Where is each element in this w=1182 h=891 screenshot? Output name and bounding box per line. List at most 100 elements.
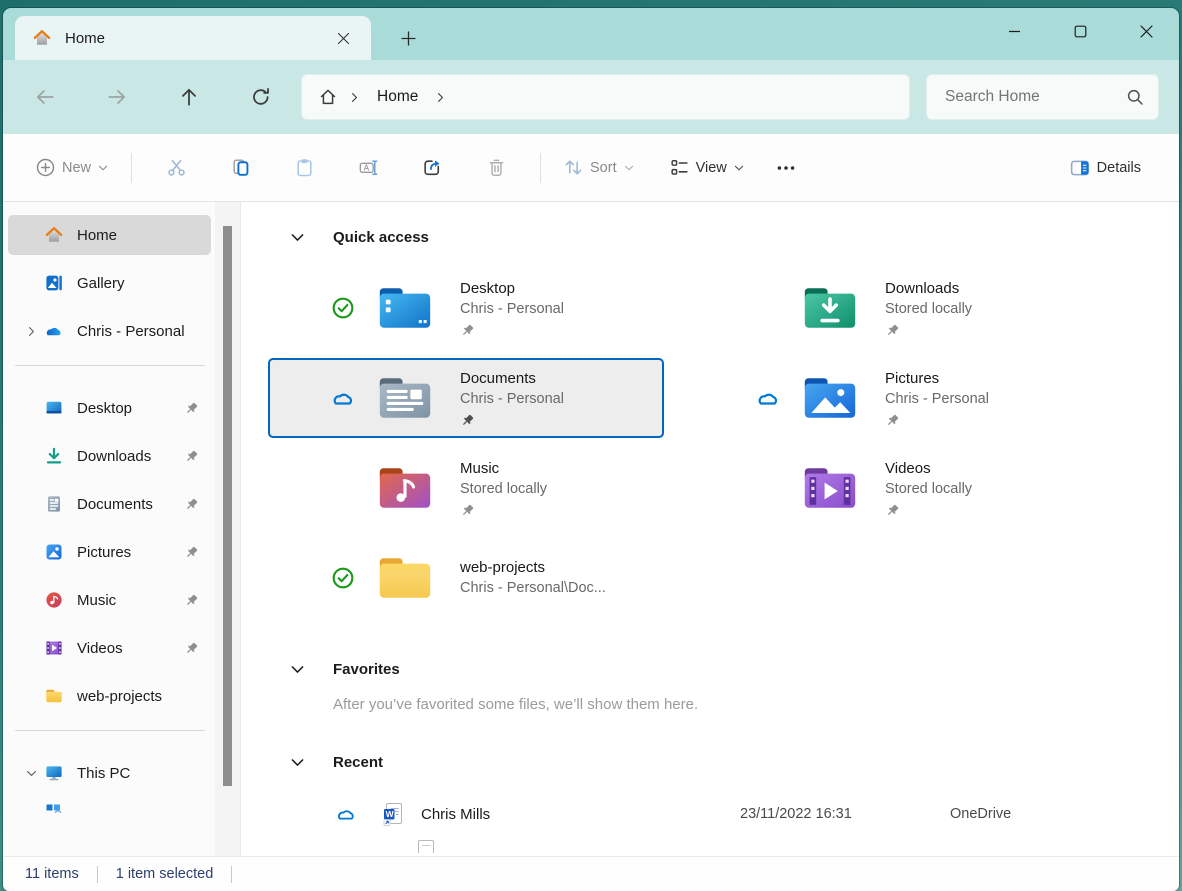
section-quick-access-header[interactable]: Quick access (241, 222, 1179, 252)
tile-videos[interactable]: Videos Stored locally (693, 448, 1089, 528)
see-more-button[interactable] (765, 146, 807, 190)
sidebar-scrollbar[interactable] (215, 202, 240, 856)
sidebar-item-videos[interactable]: Videos (8, 628, 211, 668)
cloud-status-icon (330, 385, 356, 411)
chevron-right-icon (434, 91, 447, 104)
sidebar-item-home[interactable]: Home (8, 215, 211, 255)
back-button[interactable] (23, 75, 67, 119)
chevron-down-icon[interactable] (289, 754, 307, 771)
section-title: Recent (333, 754, 383, 771)
recent-file-date: 23/11/2022 16:31 (740, 806, 950, 822)
cloud-status-icon (335, 803, 357, 825)
copy-button[interactable] (208, 146, 272, 190)
sidebar-item-gallery[interactable]: Gallery (8, 263, 211, 303)
pin-icon (460, 413, 475, 428)
close-button[interactable] (1113, 8, 1179, 54)
desktop-folder-icon (376, 284, 434, 332)
sidebar-item-onedrive[interactable]: Chris - Personal (8, 311, 211, 351)
sort-button[interactable]: Sort (553, 146, 645, 190)
svg-text:W: W (386, 809, 395, 819)
section-title: Favorites (333, 661, 400, 678)
pin-icon (885, 503, 900, 518)
share-icon (422, 157, 443, 178)
gallery-icon (44, 273, 64, 293)
home-breadcrumb-icon (318, 87, 338, 107)
status-bar: 11 items 1 item selected (3, 856, 1179, 891)
refresh-button[interactable] (239, 75, 283, 119)
sidebar-item-music[interactable]: Music (8, 580, 211, 620)
view-icon (669, 157, 690, 178)
forward-icon (106, 86, 128, 108)
sidebar-item-documents[interactable]: Documents (8, 484, 211, 524)
sidebar-item-pictures[interactable]: Pictures (8, 532, 211, 572)
back-icon (34, 86, 56, 108)
rename-button[interactable]: A (336, 146, 400, 190)
sidebar-item-downloads[interactable]: Downloads (8, 436, 211, 476)
up-button[interactable] (167, 75, 211, 119)
tab-close-button[interactable] (329, 24, 357, 52)
sidebar-item-partial[interactable] (8, 801, 211, 813)
cloud-status-icon (755, 385, 781, 411)
minimize-icon (1008, 25, 1021, 38)
collapse-chevron-icon[interactable] (18, 767, 44, 780)
details-button[interactable]: Details (1059, 146, 1157, 190)
downloads-folder-icon (801, 284, 859, 332)
documents-folder-icon (376, 374, 434, 422)
tile-documents[interactable]: Documents Chris - Personal (268, 358, 664, 438)
tile-music[interactable]: Music Stored locally (268, 448, 664, 528)
forward-button[interactable] (95, 75, 139, 119)
tab-home[interactable]: Home (15, 16, 371, 60)
chevron-down-icon[interactable] (289, 229, 307, 246)
pin-icon (460, 503, 475, 518)
share-button[interactable] (400, 146, 464, 190)
cut-button[interactable] (144, 146, 208, 190)
recent-file-row-partial[interactable] (241, 839, 1179, 853)
home-icon (44, 225, 64, 245)
breadcrumb-home[interactable]: Home (371, 88, 424, 106)
pin-icon (184, 545, 199, 560)
file-list-area: Quick access Desktop Chris - Personal (240, 202, 1179, 856)
details-label: Details (1097, 160, 1141, 176)
drive-icon (44, 802, 64, 813)
delete-button[interactable] (464, 146, 528, 190)
music-icon (44, 590, 64, 610)
pin-icon (184, 593, 199, 608)
new-button[interactable]: New (25, 146, 119, 190)
expand-chevron-icon[interactable] (18, 325, 44, 338)
details-pane-icon (1069, 157, 1091, 179)
minimize-button[interactable] (981, 8, 1047, 54)
section-favorites-header[interactable]: Favorites (241, 654, 1179, 684)
synced-status-icon (330, 565, 356, 591)
tile-pictures[interactable]: Pictures Chris - Personal (693, 358, 1089, 438)
sidebar-item-desktop[interactable]: Desktop (8, 388, 211, 428)
cut-icon (166, 157, 187, 178)
view-label: View (696, 160, 727, 176)
view-button[interactable]: View (659, 146, 755, 190)
sidebar-item-web-projects[interactable]: web-projects (8, 676, 211, 716)
scrollbar-thumb[interactable] (223, 226, 232, 786)
tab-title: Home (65, 30, 105, 47)
tile-downloads[interactable]: Downloads Stored locally (693, 268, 1089, 348)
new-tab-button[interactable] (391, 21, 425, 55)
window-controls (981, 8, 1179, 54)
paste-button[interactable] (272, 146, 336, 190)
search-input[interactable]: Search Home (926, 74, 1159, 120)
sidebar-item-this-pc[interactable]: This PC (8, 753, 211, 793)
recent-file-row[interactable]: W Chris Mills 23/11/2022 16:31 OneDrive (241, 797, 1179, 831)
section-recent-header[interactable]: Recent (241, 747, 1179, 777)
maximize-button[interactable] (1047, 8, 1113, 54)
breadcrumb[interactable]: Home (301, 74, 910, 120)
pin-icon (885, 323, 900, 338)
items-count: 11 items (25, 866, 79, 882)
close-icon (1140, 25, 1153, 38)
toolbar-separator (131, 153, 132, 183)
word-shortcut-icon: W (381, 802, 405, 826)
trash-icon (486, 157, 507, 178)
ellipsis-icon (775, 157, 797, 179)
status-divider (231, 866, 232, 883)
tile-desktop[interactable]: Desktop Chris - Personal (268, 268, 664, 348)
tile-web-projects[interactable]: web-projects Chris - Personal\Doc... (268, 538, 664, 618)
maximize-icon (1074, 25, 1087, 38)
chevron-down-icon[interactable] (289, 661, 307, 678)
navigation-pane: Home Gallery Chris - Personal (3, 202, 215, 856)
